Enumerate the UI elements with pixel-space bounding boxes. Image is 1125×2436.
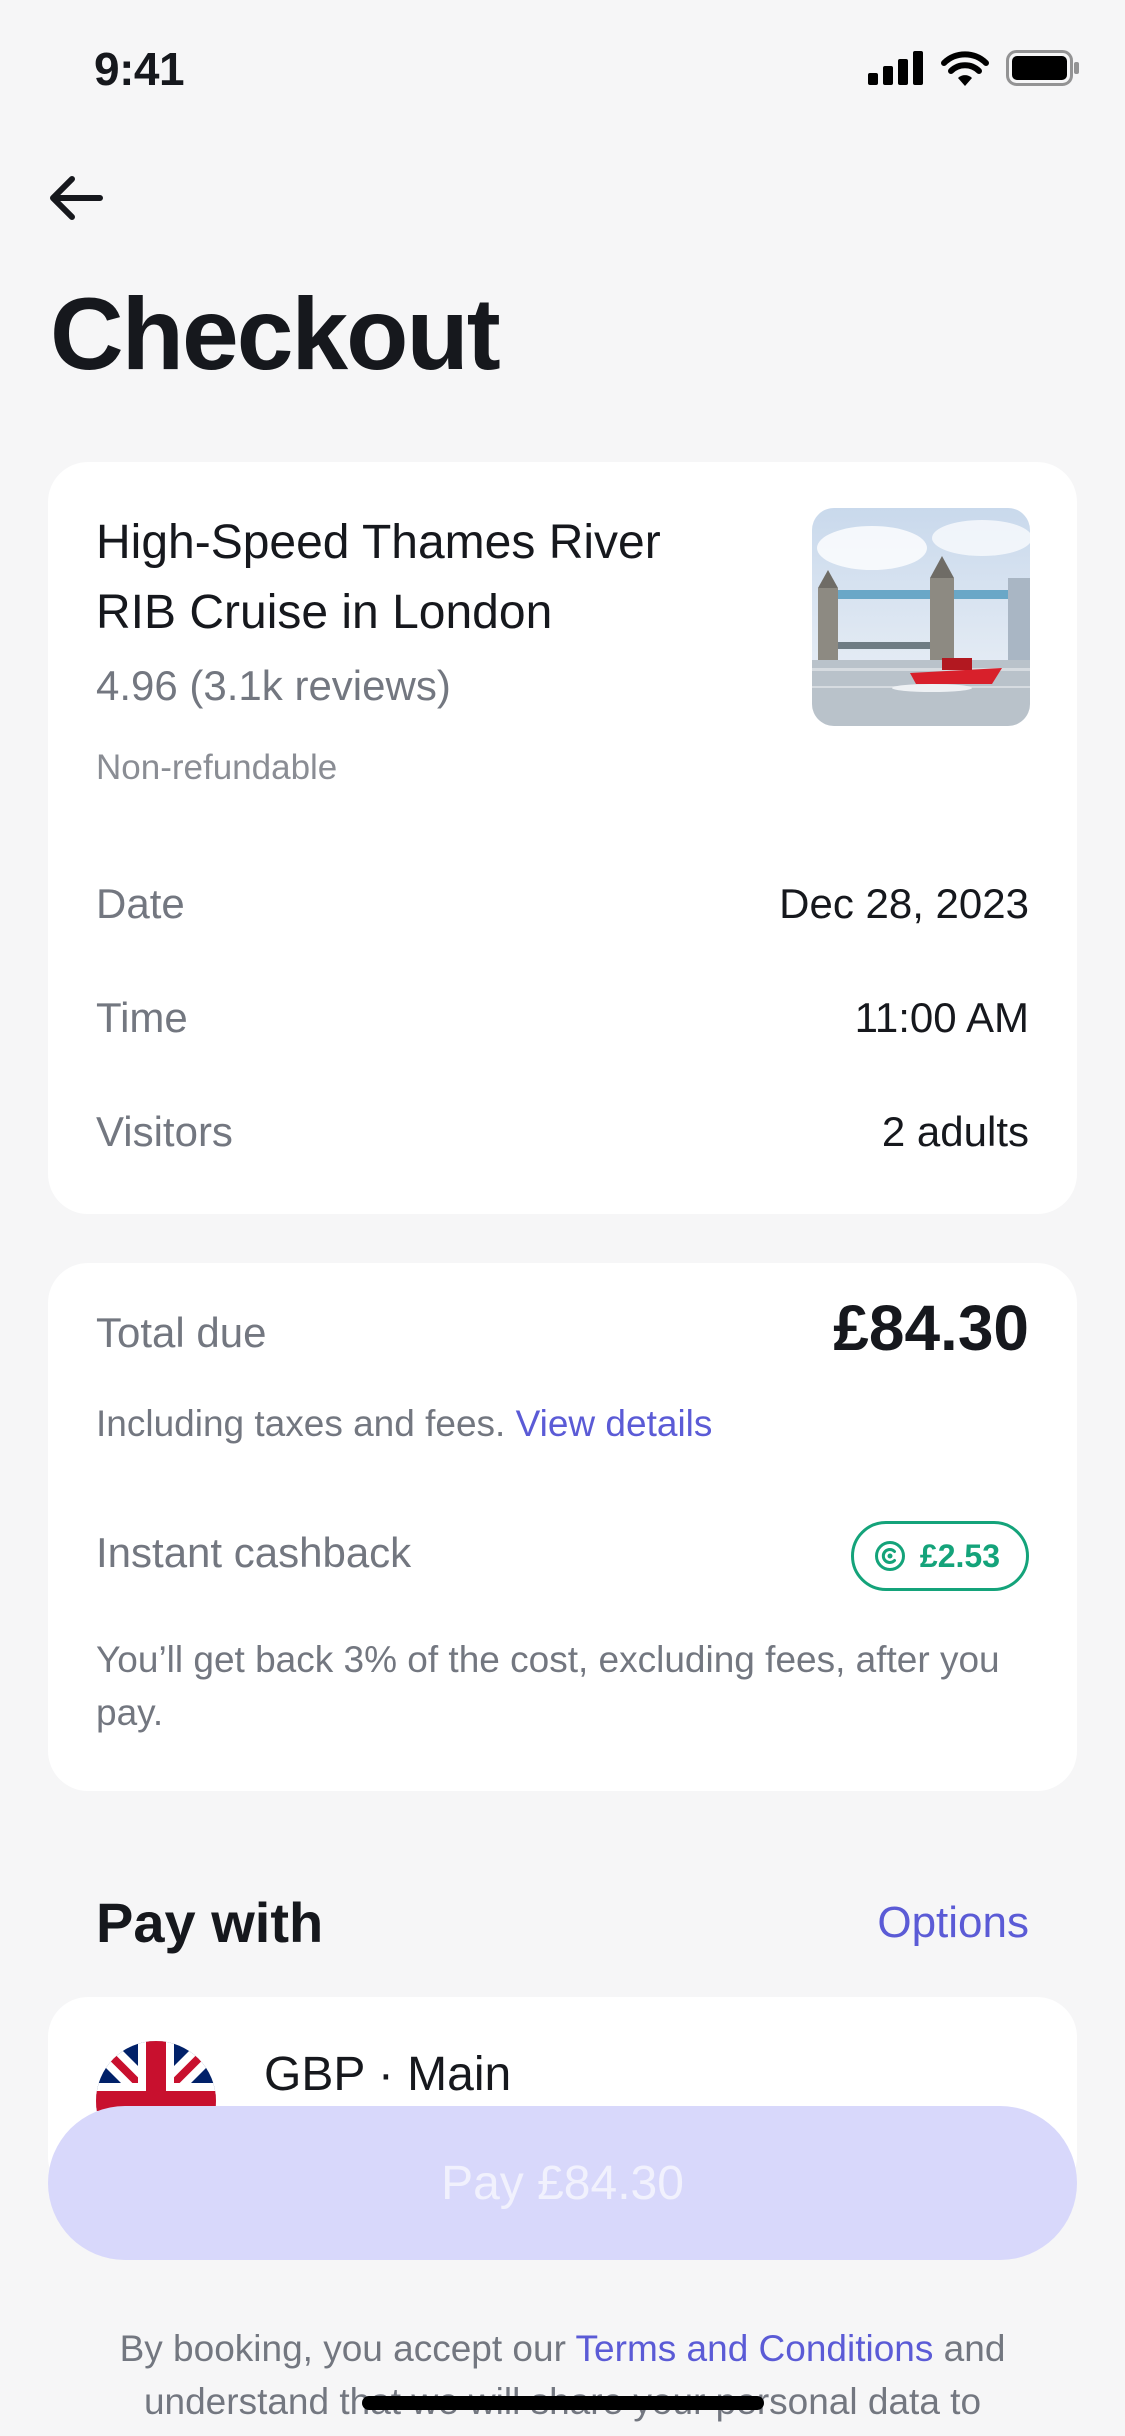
- status-bar: 9:41: [0, 0, 1125, 140]
- detail-row-visitors: Visitors 2 adults: [96, 1102, 1029, 1162]
- total-card: Total due £84.30 Including taxes and fee…: [48, 1263, 1077, 1791]
- cashback-amount: £2.53: [919, 1537, 1000, 1574]
- cellular-signal-icon: [868, 51, 923, 85]
- date-value: Dec 28, 2023: [779, 880, 1029, 927]
- legal-prefix: By booking, you accept our: [119, 2328, 566, 2369]
- wifi-icon: [941, 51, 989, 86]
- visitors-value: 2 adults: [881, 1108, 1029, 1155]
- taxes-note: Including taxes and fees.: [96, 1403, 506, 1444]
- time-value: 11:00 AM: [854, 994, 1029, 1041]
- view-details-link[interactable]: View details: [516, 1403, 713, 1444]
- pay-with-title: Pay with: [96, 1891, 324, 1954]
- legal-text: By booking, you accept our Terms and Con…: [60, 2322, 1065, 2428]
- time-label: Time: [96, 994, 188, 1041]
- terms-link[interactable]: Terms and Conditions: [576, 2328, 934, 2369]
- home-indicator: [362, 2396, 764, 2410]
- payment-options-link[interactable]: Options: [877, 1898, 1029, 1948]
- account-name: GBP · Main: [264, 2048, 512, 2101]
- back-button[interactable]: [40, 162, 112, 234]
- pay-button[interactable]: Pay £84.30: [48, 2106, 1077, 2260]
- total-note: Including taxes and fees. View details: [96, 1403, 712, 1445]
- visitors-label: Visitors: [96, 1108, 233, 1155]
- cashback-label: Instant cashback: [96, 1529, 412, 1576]
- cashback-note: You’ll get back 3% of the cost, excludin…: [96, 1639, 1000, 1733]
- date-label: Date: [96, 880, 185, 927]
- cashback-badge: £2.53: [850, 1521, 1029, 1591]
- battery-icon: [1006, 50, 1079, 86]
- detail-row-date: Date Dec 28, 2023: [96, 874, 1029, 934]
- status-time: 9:41: [94, 43, 185, 95]
- total-label: Total due: [96, 1309, 267, 1356]
- status-icons: [868, 50, 1080, 86]
- page-title: Checkout: [50, 277, 501, 391]
- arrow-left-icon: [50, 176, 103, 220]
- booking-details: Date Dec 28, 2023 Time 11:00 AM Visitors…: [48, 462, 1077, 1214]
- total-amount: £84.30: [833, 1292, 1029, 1364]
- cashback-icon: [874, 1541, 905, 1571]
- detail-row-time: Time 11:00 AM: [96, 988, 1029, 1048]
